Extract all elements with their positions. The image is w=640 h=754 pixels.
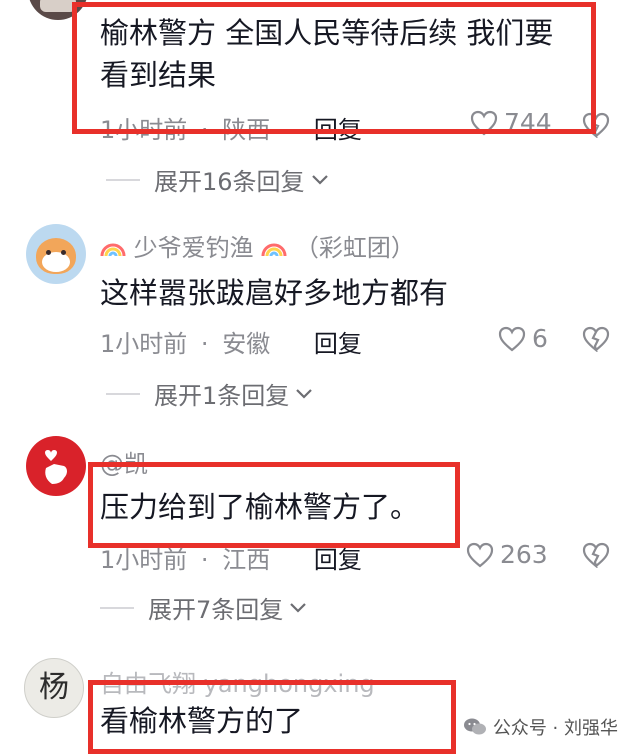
heart-icon — [498, 326, 526, 351]
avatar[interactable] — [26, 224, 86, 284]
meta-separator: · — [200, 546, 209, 574]
dislike-button[interactable] — [582, 542, 610, 572]
reply-button[interactable]: 回复 — [314, 546, 362, 574]
group-badge: （彩虹团） — [294, 234, 415, 262]
expand-replies-button[interactable]: 展开16条回复 — [106, 162, 329, 197]
comment-text: 这样嚣张跋扈好多地方都有 — [100, 276, 449, 310]
highlight-box — [72, 2, 596, 134]
expand-replies-button[interactable]: 展开1条回复 — [106, 376, 313, 411]
username[interactable]: 少爷爱钓渔 （彩虹团） — [100, 228, 415, 263]
highlight-box — [88, 462, 460, 548]
comment-time: 1小时前 — [100, 546, 188, 574]
avatar[interactable] — [26, 436, 86, 496]
like-button[interactable]: 6 — [498, 324, 548, 353]
like-button[interactable]: 263 — [466, 540, 548, 569]
highlight-box — [88, 680, 456, 754]
broken-heart-icon — [582, 326, 610, 353]
comment-meta: 1小时前 · 江西 回复 — [100, 540, 362, 575]
username-text: 少爷爱钓渔 — [133, 234, 254, 262]
dislike-button[interactable] — [582, 326, 610, 356]
expand-replies-button[interactable]: 展开7条回复 — [100, 590, 307, 625]
expand-replies-label: 展开1条回复 — [154, 382, 290, 410]
comment-meta: 1小时前 · 安徽 回复 — [100, 324, 362, 359]
rainbow-icon — [261, 243, 287, 257]
comment-location: 安徽 — [222, 330, 271, 358]
chevron-down-icon — [311, 174, 328, 185]
wechat-icon — [463, 718, 486, 735]
comment-time: 1小时前 — [100, 330, 188, 358]
heart-hand-icon — [45, 450, 67, 484]
chevron-down-icon — [290, 602, 307, 613]
like-count: 263 — [500, 540, 548, 569]
avatar-text: 杨 — [39, 670, 69, 705]
watermark-label: 公众号 · 刘强华 — [492, 718, 618, 739]
comment-location: 江西 — [222, 546, 271, 574]
watermark: 公众号 · 刘强华 — [463, 714, 618, 740]
avatar[interactable]: 杨 — [24, 658, 84, 718]
expand-replies-label: 展开7条回复 — [148, 596, 284, 624]
rainbow-icon — [100, 243, 126, 257]
broken-heart-icon — [582, 542, 610, 569]
meta-separator: · — [200, 330, 209, 358]
chevron-down-icon — [296, 388, 313, 399]
expand-replies-label: 展开16条回复 — [154, 168, 305, 196]
reply-button[interactable]: 回复 — [314, 330, 362, 358]
like-count: 6 — [532, 324, 548, 353]
heart-icon — [466, 542, 494, 567]
